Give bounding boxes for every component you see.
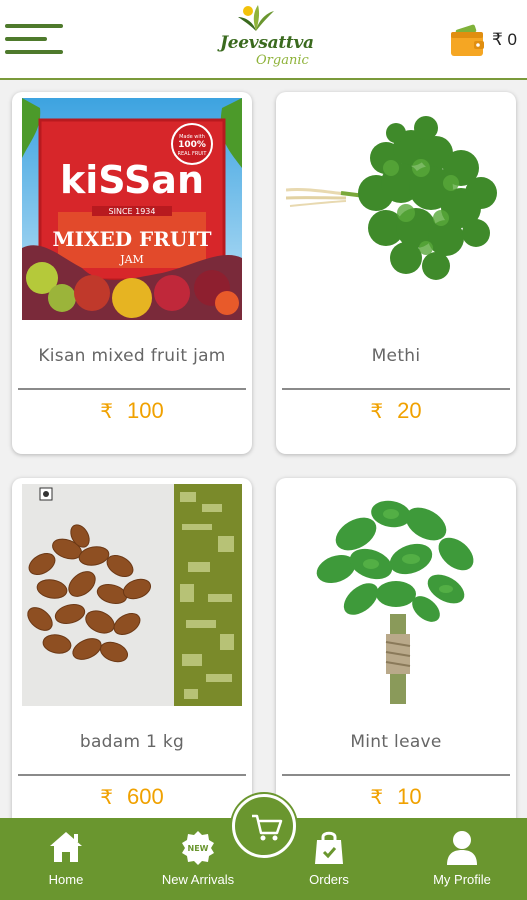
price-value: 100 <box>127 398 164 423</box>
product-name: badam 1 kg <box>79 732 185 752</box>
methi-image <box>286 98 506 320</box>
brand-name: Jeevsattva <box>220 33 314 53</box>
home-icon <box>50 832 82 862</box>
user-icon <box>447 831 477 865</box>
product-price: ₹10 <box>276 784 516 810</box>
nav-home[interactable]: Home <box>26 818 106 900</box>
currency-symbol: ₹ <box>370 401 384 423</box>
nav-my-profile-label: My Profile <box>433 872 491 887</box>
leaf-logo-icon <box>238 5 274 31</box>
card-divider <box>282 774 510 776</box>
kissan-badge-bottom: REAL FRUIT <box>178 151 208 157</box>
currency-symbol: ₹ <box>100 787 113 809</box>
product-price: ₹600 <box>12 784 252 810</box>
card-divider <box>18 774 246 776</box>
product-name: Methi <box>371 346 421 366</box>
wallet-button[interactable]: ₹ 0 <box>450 24 527 58</box>
product-price: ₹20 <box>276 398 516 424</box>
price-value: 600 <box>127 784 164 809</box>
product-card[interactable]: kiSSan SINCE 1934 MIXED FRUIT JAM Made w… <box>12 92 252 454</box>
kissan-badge-mid: 100% <box>178 140 206 150</box>
nav-my-profile[interactable]: My Profile <box>424 818 500 900</box>
product-card[interactable]: Methi ₹20 <box>276 92 516 454</box>
mint-image <box>286 484 506 706</box>
wallet-balance: ₹ 0 <box>492 30 517 49</box>
product-card[interactable]: badam 1 kg ₹600 <box>12 478 252 820</box>
nav-new-arrivals[interactable]: NEW New Arrivals <box>152 818 244 900</box>
product-price: ₹100 <box>12 398 252 424</box>
menu-hamburger-icon[interactable] <box>5 22 65 56</box>
app-header: Jeevsattva Organic ₹ 0 <box>0 0 527 80</box>
currency-symbol: ₹ <box>370 787 384 809</box>
price-value: 20 <box>397 398 422 423</box>
new-badge-text: NEW <box>188 844 209 853</box>
kissan-since-text: SINCE 1934 <box>109 207 156 216</box>
currency-symbol: ₹ <box>100 401 113 423</box>
card-divider <box>18 388 246 390</box>
product-grid: kiSSan SINCE 1934 MIXED FRUIT JAM Made w… <box>0 80 527 820</box>
kissan-brand-text: kiSSan <box>60 158 204 202</box>
product-card[interactable]: Mint leave ₹10 <box>276 478 516 820</box>
brand-logo: Jeevsattva Organic <box>216 5 316 71</box>
cart-button[interactable] <box>232 794 296 858</box>
wallet-icon <box>451 24 484 56</box>
nav-orders[interactable]: Orders <box>296 818 362 900</box>
nav-new-arrivals-label: New Arrivals <box>161 872 235 887</box>
brand-subtitle: Organic <box>256 53 309 68</box>
product-name: Mint leave <box>350 732 442 752</box>
kissan-line2-text: JAM <box>119 253 144 266</box>
almonds-image <box>22 484 242 706</box>
kissan-jam-image: kiSSan SINCE 1934 MIXED FRUIT JAM Made w… <box>22 98 242 320</box>
kissan-line1-text: MIXED FRUIT <box>52 227 211 251</box>
price-value: 10 <box>397 784 422 809</box>
nav-home-label: Home <box>48 872 84 887</box>
card-divider <box>282 388 510 390</box>
product-name: Kisan mixed fruit jam <box>38 346 226 366</box>
nav-orders-label: Orders <box>309 872 349 887</box>
new-badge-icon: NEW <box>182 831 214 865</box>
shopping-bag-icon <box>315 831 343 864</box>
cart-icon <box>252 814 283 841</box>
